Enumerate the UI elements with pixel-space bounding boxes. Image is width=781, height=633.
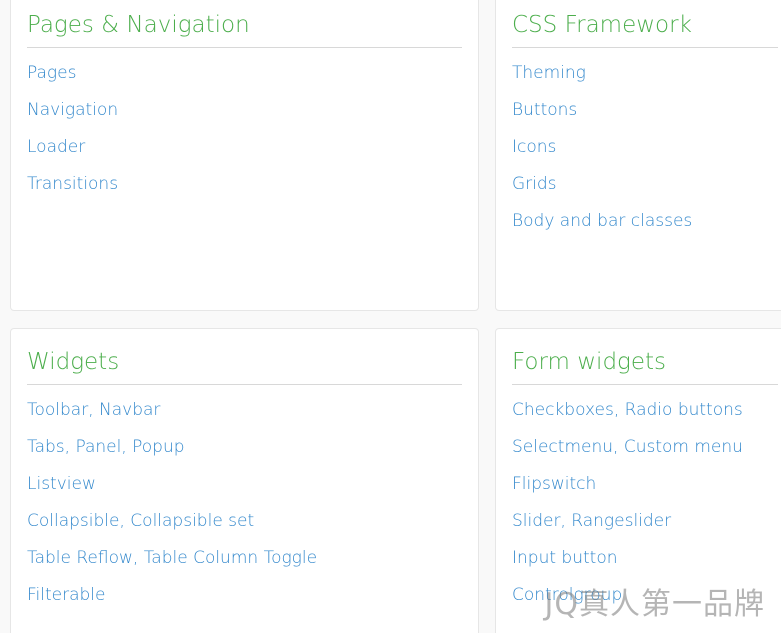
list-item: Navigation bbox=[27, 99, 462, 136]
list-item: Selectmenu, Custom menu bbox=[512, 436, 778, 473]
section-title: Pages & Navigation bbox=[27, 0, 462, 48]
nav-link[interactable]: Pages bbox=[27, 63, 76, 83]
nav-link[interactable]: Popup bbox=[132, 437, 184, 457]
section-title: CSS Framework bbox=[512, 0, 778, 48]
list-item: Theming bbox=[512, 62, 778, 99]
nav-link[interactable]: Listview bbox=[27, 474, 96, 494]
nav-link[interactable]: Buttons bbox=[512, 100, 577, 120]
link-separator: , bbox=[613, 437, 624, 457]
link-separator: , bbox=[560, 511, 572, 531]
nav-link[interactable]: Tabs bbox=[27, 437, 65, 457]
list-item: Icons bbox=[512, 136, 778, 173]
nav-link[interactable]: Toolbar bbox=[27, 400, 88, 420]
nav-link[interactable]: Table Column Toggle bbox=[144, 548, 317, 568]
nav-link[interactable]: Input button bbox=[512, 548, 618, 568]
list-item: Collapsible, Collapsible set bbox=[27, 510, 462, 547]
nav-link[interactable]: Collapsible bbox=[27, 511, 119, 531]
docs-index: Pages & Navigation Pages Navigation Loader… bbox=[0, 0, 781, 633]
section-title: Form widgets bbox=[512, 329, 778, 385]
list-item: Pages bbox=[27, 62, 462, 99]
nav-link[interactable]: Navigation bbox=[27, 100, 118, 120]
section-card-form-widgets: Form widgets Checkboxes, Radio buttons Se… bbox=[495, 328, 781, 633]
list-item: Flipswitch bbox=[512, 473, 778, 510]
list-item: Loader bbox=[27, 136, 462, 173]
link-separator: , bbox=[64, 437, 76, 457]
nav-link[interactable]: Custom menu bbox=[624, 437, 743, 457]
list-item: Listview bbox=[27, 473, 462, 510]
nav-link[interactable]: Grids bbox=[512, 174, 557, 194]
nav-link[interactable]: Radio buttons bbox=[625, 400, 743, 420]
list-item: Grids bbox=[512, 173, 778, 210]
section-card-widgets: Widgets Toolbar, Navbar Tabs, Panel, Popu… bbox=[10, 328, 479, 633]
nav-link[interactable]: Table Reflow bbox=[27, 548, 133, 568]
nav-link[interactable]: Icons bbox=[512, 137, 556, 157]
list-item: Controlgroup bbox=[512, 584, 778, 621]
link-separator: , bbox=[88, 400, 100, 420]
link-list: Toolbar, Navbar Tabs, Panel, Popup Listvie… bbox=[27, 399, 462, 621]
section-card-css-framework: CSS Framework Theming Buttons Icons Grids Bo… bbox=[495, 0, 781, 311]
nav-link[interactable]: Flipswitch bbox=[512, 474, 596, 494]
list-item: Filterable bbox=[27, 584, 462, 621]
nav-link[interactable]: Loader bbox=[27, 137, 85, 157]
list-item: Tabs, Panel, Popup bbox=[27, 436, 462, 473]
section-title: Widgets bbox=[27, 329, 462, 385]
list-item: Slider, Rangeslider bbox=[512, 510, 778, 547]
nav-link[interactable]: Body and bar classes bbox=[512, 211, 692, 231]
list-item: Toolbar, Navbar bbox=[27, 399, 462, 436]
list-item: Table Reflow, Table Column Toggle bbox=[27, 547, 462, 584]
link-list: Checkboxes, Radio buttons Selectmenu, Cus… bbox=[512, 399, 778, 621]
nav-link[interactable]: Checkboxes bbox=[512, 400, 614, 420]
link-separator: , bbox=[121, 437, 133, 457]
nav-link[interactable]: Controlgroup bbox=[512, 585, 622, 605]
link-separator: , bbox=[613, 400, 625, 420]
list-item: Buttons bbox=[512, 99, 778, 136]
nav-link[interactable]: Panel bbox=[75, 437, 121, 457]
nav-link[interactable]: Theming bbox=[512, 63, 586, 83]
nav-link[interactable]: Collapsible set bbox=[130, 511, 254, 531]
link-list: Theming Buttons Icons Grids Body and bar cla… bbox=[512, 62, 778, 247]
link-separator: , bbox=[132, 548, 144, 568]
list-item: Transitions bbox=[27, 173, 462, 210]
nav-link[interactable]: Filterable bbox=[27, 585, 106, 605]
nav-link[interactable]: Selectmenu bbox=[512, 437, 613, 457]
link-separator: , bbox=[119, 511, 131, 531]
nav-link[interactable]: Navbar bbox=[99, 400, 160, 420]
nav-link[interactable]: Transitions bbox=[27, 174, 118, 194]
nav-link[interactable]: Slider bbox=[512, 511, 560, 531]
link-list: Pages Navigation Loader Transitions bbox=[27, 62, 462, 210]
section-card-pages-navigation: Pages & Navigation Pages Navigation Loader… bbox=[10, 0, 479, 311]
list-item: Input button bbox=[512, 547, 778, 584]
list-item: Checkboxes, Radio buttons bbox=[512, 399, 778, 436]
list-item: Body and bar classes bbox=[512, 210, 778, 247]
nav-link[interactable]: Rangeslider bbox=[571, 511, 671, 531]
